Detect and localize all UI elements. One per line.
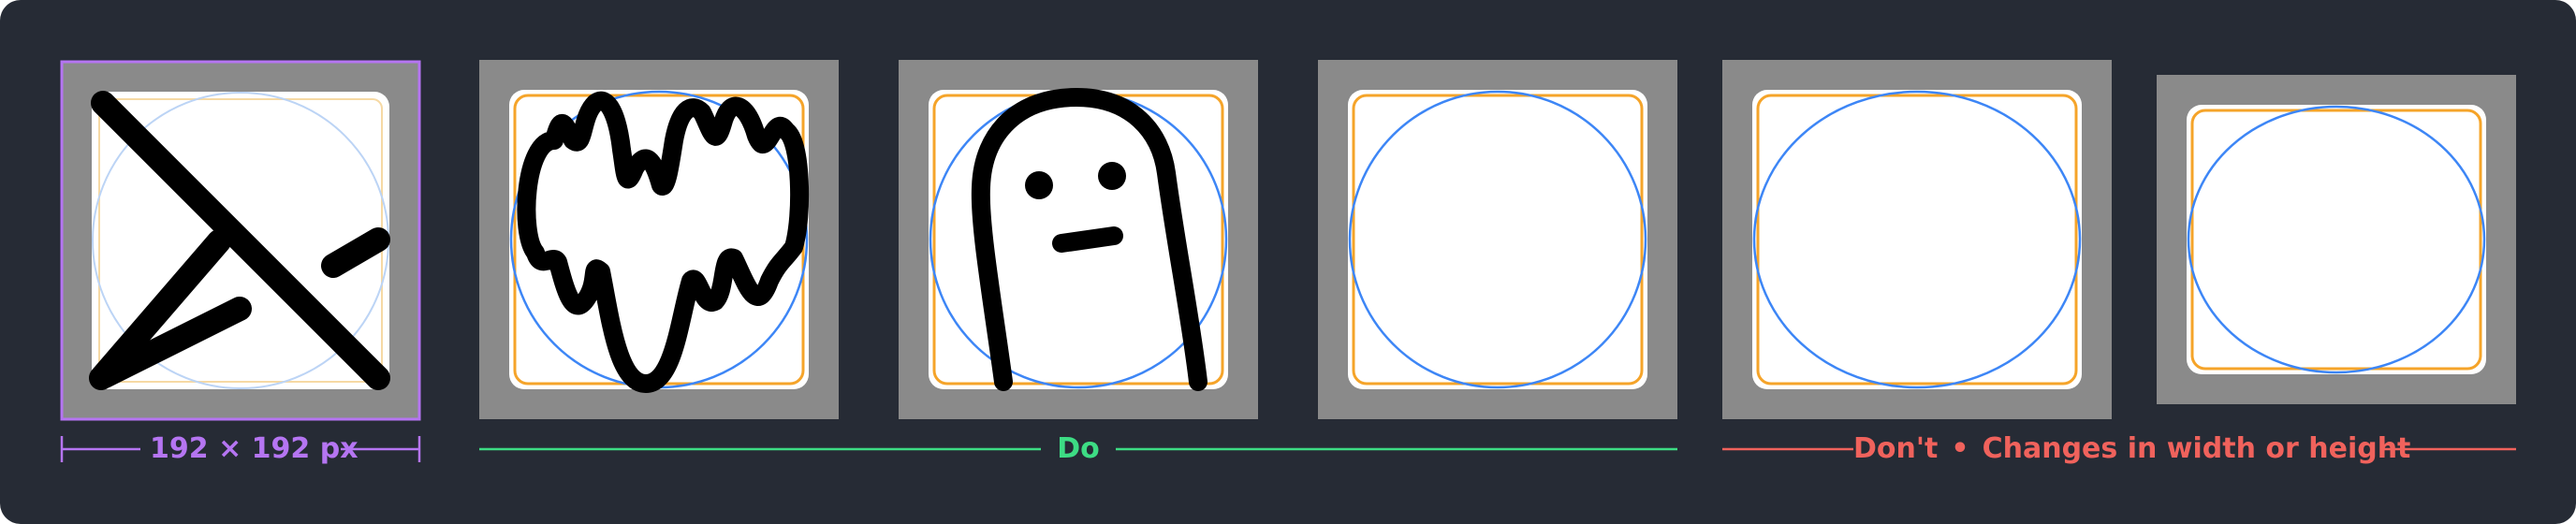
size-label: 192 × 192 px [150, 432, 359, 465]
ghost-eye-right [1098, 162, 1126, 190]
tile-size-example [60, 60, 421, 421]
dont-prefix: Don't [1853, 432, 1939, 465]
dont-separator: • [1951, 432, 1969, 465]
dont-description: Changes in width or height [1982, 432, 2411, 465]
tile-dont-too-wide [1722, 60, 2112, 419]
tile-do-plain [1318, 60, 1677, 419]
tile-do-flame-heart [479, 60, 839, 419]
ghost-eye-left [1025, 171, 1053, 199]
tile-dont-too-short [2157, 75, 2516, 404]
dont-label: Don't • Changes in width or height [1853, 427, 2410, 472]
do-label: Do [1057, 432, 1100, 465]
tile-do-ghost [899, 60, 1258, 419]
